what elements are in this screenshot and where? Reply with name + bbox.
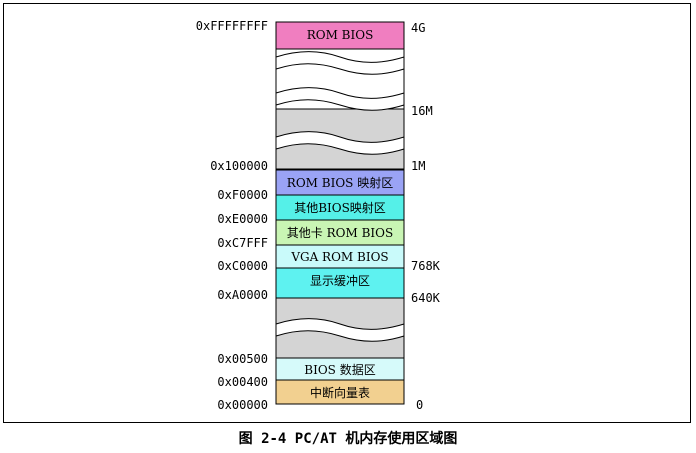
size-label: 0 (416, 398, 423, 412)
figure-caption: 图 2-4 PC/AT 机内存使用区域图 (238, 431, 458, 447)
block-label-interrupt-vectors: 中断向量表 (310, 385, 370, 400)
block-label-vga-rom-bios: VGA ROM BIOS (290, 250, 388, 264)
block-label-rom-bios: ROM BIOS (307, 28, 374, 42)
address-label: 0x00400 (217, 375, 268, 389)
address-label: 0x00500 (217, 352, 268, 366)
address-label: 0xFFFFFFFF (196, 19, 268, 33)
address-labels: 0xFFFFFFFF 0x100000 0xF0000 0xE0000 0xC7… (196, 19, 268, 412)
address-label: 0xF0000 (217, 188, 268, 202)
size-label: 4G (411, 21, 425, 35)
size-label: 1M (411, 159, 425, 173)
address-label: 0xE0000 (217, 212, 268, 226)
address-label: 0xC7FFF (217, 236, 268, 250)
address-label: 0xC0000 (217, 259, 268, 273)
block-label-display-buffer: 显示缓冲区 (310, 273, 370, 288)
address-label: 0xA0000 (217, 288, 268, 302)
block-label-other-card-rom: 其他卡 ROM BIOS (287, 226, 393, 240)
size-label: 16M (411, 104, 433, 118)
address-label: 0x00000 (217, 398, 268, 412)
block-label-other-bios-shadow: 其他BIOS映射区 (294, 200, 386, 215)
block-label-rom-bios-shadow: ROM BIOS 映射区 (287, 175, 393, 190)
block-label-bios-data: BIOS 数据区 (304, 362, 375, 377)
address-label: 0x100000 (210, 159, 268, 173)
size-label: 640K (411, 291, 441, 305)
size-label: 768K (411, 259, 441, 273)
size-labels: 4G 16M 1M 768K 640K 0 (411, 21, 441, 412)
memory-map-diagram: ROM BIOS ROM BIOS 映射区 其他BIOS映射区 其他卡 ROM … (196, 19, 441, 412)
